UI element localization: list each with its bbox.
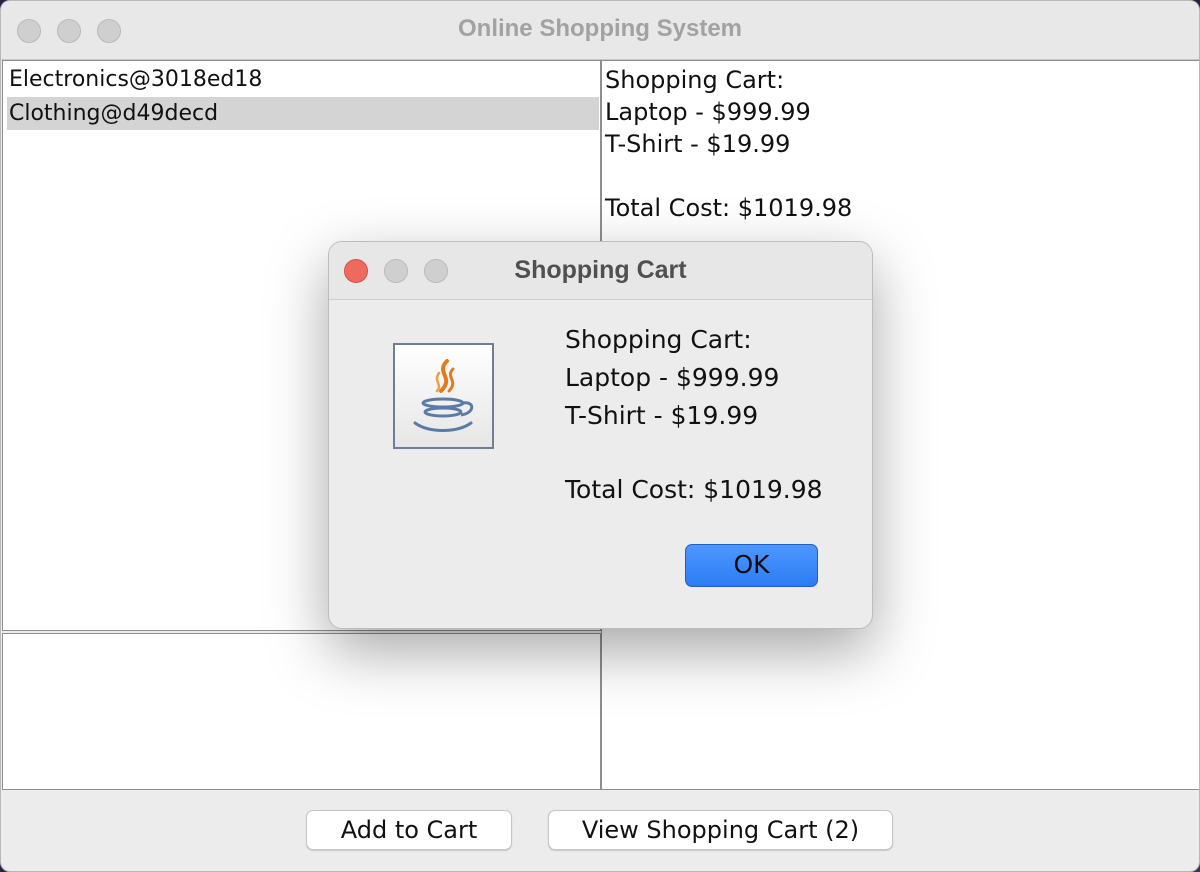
list-item[interactable]: Electronics@3018ed18: [7, 63, 599, 96]
add-to-cart-button[interactable]: Add to Cart: [306, 810, 512, 850]
main-titlebar[interactable]: Online Shopping System: [1, 1, 1199, 60]
view-shopping-cart-button[interactable]: View Shopping Cart (2): [548, 810, 893, 850]
cart-heading: Shopping Cart:: [605, 66, 785, 94]
cart-total: Total Cost: $1019.98: [605, 194, 853, 222]
dialog-heading: Shopping Cart:: [565, 325, 752, 354]
dialog-title: Shopping Cart: [514, 256, 687, 284]
product-list[interactable]: [2, 633, 601, 790]
java-cup-icon: [393, 343, 494, 449]
list-item-selected[interactable]: Clothing@d49decd: [7, 97, 599, 130]
dialog-total: Total Cost: $1019.98: [565, 475, 823, 504]
ok-button[interactable]: OK: [685, 544, 818, 587]
dialog-line-item: Laptop - $999.99: [565, 363, 780, 392]
cart-line-item: Laptop - $999.99: [605, 98, 811, 126]
shopping-cart-dialog: Shopping Cart Shopping Cart: Laptop - $9…: [328, 241, 873, 629]
dialog-titlebar[interactable]: Shopping Cart: [329, 242, 872, 300]
cart-line-item: T-Shirt - $19.99: [605, 130, 791, 158]
dialog-line-item: T-Shirt - $19.99: [565, 401, 759, 430]
window-title: Online Shopping System: [457, 15, 743, 42]
